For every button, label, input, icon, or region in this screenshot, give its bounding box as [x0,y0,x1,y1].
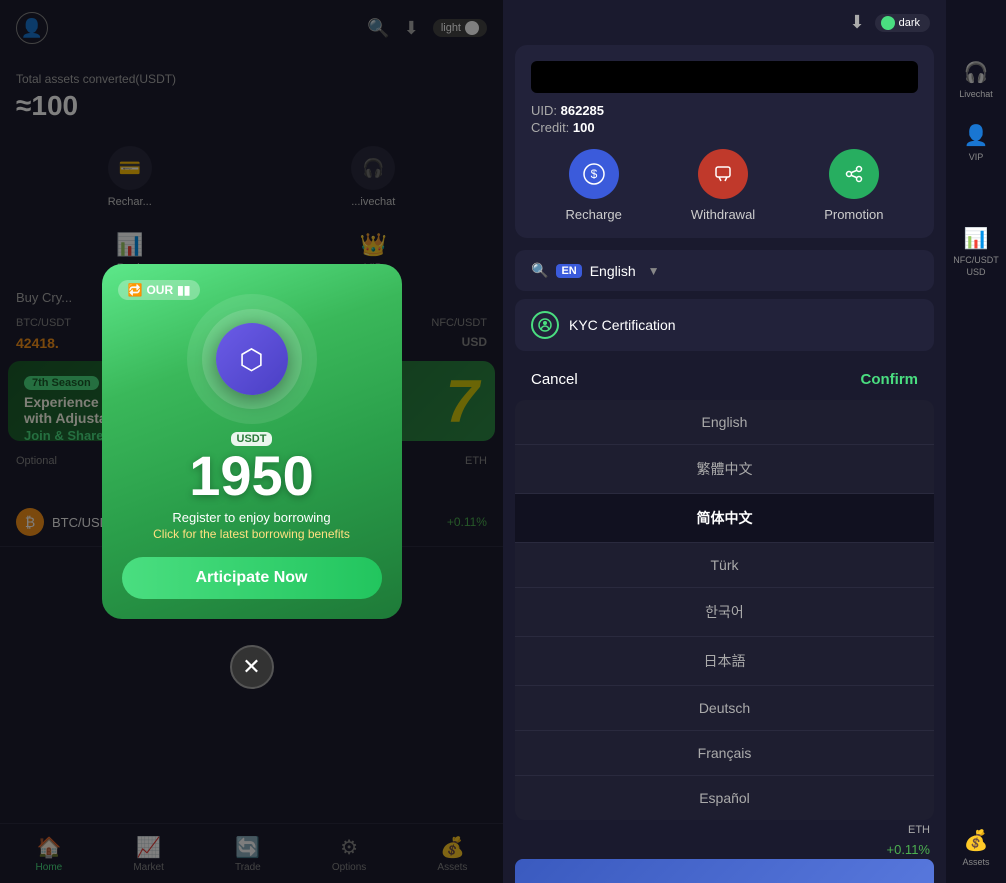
assets-sidebar-label: Assets [962,857,989,867]
close-popup-button[interactable]: ✕ [230,645,274,689]
register-text: Register to enjoy borrowing [172,510,330,525]
popup-our-text: OUR [146,283,173,297]
popup-card: 🔁 OUR ▮▮ ⬡ USDT 1950 Register to enjoy b… [102,264,402,619]
en-badge: EN [556,264,581,278]
profile-recharge[interactable]: $ Recharge [566,149,622,222]
profile-section: UID: 862285 Credit: 100 $ Recharge [515,45,934,238]
kyc-search-icon: 🔍 [531,262,548,279]
lang-es-label: Español [699,790,750,806]
lang-es[interactable]: Español [515,776,934,820]
click-text: Click for the latest borrowing benefits [153,527,350,541]
popup-overlay[interactable]: 🔁 OUR ▮▮ ⬡ USDT 1950 Register to enjoy b… [0,0,503,883]
right-sidebar: 🎧 Livechat 👤 VIP 📊 NFC/USDTUSD 💰 Assets [946,0,1006,883]
assets-sidebar-icon: 💰 [964,828,989,853]
lang-fr-label: Français [698,745,752,761]
lang-de-label: Deutsch [699,700,750,716]
livechat-sidebar-icon: 🎧 [964,60,989,85]
dark-label: dark [899,17,920,29]
profile-black-bar [531,61,918,93]
eth-label-row: ETH [503,820,946,840]
sidebar-assets[interactable]: 💰 Assets [962,828,989,867]
cancel-confirm-row: Cancel Confirm [503,359,946,400]
lang-fr[interactable]: Français [515,731,934,776]
sidebar-livechat[interactable]: 🎧 Livechat [959,60,993,99]
lang-de[interactable]: Deutsch [515,686,934,731]
nfc-sidebar-label: NFC/USDTUSD [953,255,999,278]
right-download-icon[interactable]: ⬇ [850,12,865,33]
promotion-circle-icon [829,149,879,199]
right-panel-inner: ⬇ dark UID: 862285 Credit: 100 [503,0,1006,883]
sidebar-nfc[interactable]: 📊 NFC/USDTUSD [953,226,999,278]
kyc-icon [531,311,559,339]
svg-text:$: $ [590,167,597,181]
uid-label: UID: [531,103,557,118]
vip-sidebar-label: VIP [969,152,984,162]
confirm-button[interactable]: Confirm [861,371,919,388]
lang-tr[interactable]: Türk [515,543,934,588]
credit-value: 100 [573,120,595,135]
eth-coin-container: ⬡ [187,294,317,424]
ticker-right-row: +0.11% [503,840,946,859]
livechat-sidebar-label: Livechat [959,89,993,99]
lang-tr-label: Türk [711,557,739,573]
thumbnail-area[interactable]: 📊 [515,859,934,883]
lang-ko-label: 한국어 [705,604,744,620]
recharge-circle-icon: $ [569,149,619,199]
language-section[interactable]: 🔍 EN English ▼ [515,250,934,291]
promotion-action-label: Promotion [824,207,883,222]
withdrawal-svg [711,162,735,186]
popup-wrapper: 🔁 OUR ▮▮ ⬡ USDT 1950 Register to enjoy b… [102,264,402,619]
thumb-img: 📊 [515,859,934,883]
withdrawal-circle-icon [698,149,748,199]
lang-english[interactable]: English [515,400,934,445]
right-panel: 🎧 Livechat 👤 VIP 📊 NFC/USDTUSD 💰 Assets … [503,0,1006,883]
recharge-action-label: Recharge [566,207,622,222]
chevron-down-icon: ▼ [648,264,660,278]
sidebar-vip[interactable]: 👤 VIP [964,123,989,162]
vip-sidebar-icon: 👤 [964,123,989,148]
eth-coin: ⬡ [216,323,288,395]
lang-ja-label: 日本語 [704,653,746,669]
eth-label: ETH [908,824,930,836]
dark-toggle[interactable]: dark [875,14,930,32]
lang-zh-tw[interactable]: 繁體中文 [515,445,934,494]
left-panel: 👤 🔍 ⬇ light Total assets converted(USDT)… [0,0,503,883]
lang-ja[interactable]: 日本語 [515,637,934,686]
promotion-svg [842,162,866,186]
popup-amount: 1950 [189,448,314,504]
ticker-change-right: +0.11% [887,842,931,857]
withdrawal-action-label: Withdrawal [691,207,755,222]
lang-zh-cn[interactable]: 简体中文 [515,494,934,543]
profile-withdrawal[interactable]: Withdrawal [691,149,755,222]
participate-button[interactable]: Articipate Now [122,557,382,599]
lang-zh-cn-label: 简体中文 [697,510,753,526]
lang-ko[interactable]: 한국어 [515,588,934,637]
language-list: English 繁體中文 简体中文 Türk 한국어 日本語 Deutsch F… [515,400,934,820]
kyc-svg [537,317,553,333]
language-name: English [590,263,636,279]
kyc-section[interactable]: KYC Certification [515,299,934,351]
popup-our-icon: 🔁 [128,283,143,297]
profile-promotion[interactable]: Promotion [824,149,883,222]
kyc-label: KYC Certification [569,317,676,333]
right-header: ⬇ dark [503,0,946,45]
nfc-sidebar-icon: 📊 [964,226,989,251]
profile-uid: UID: 862285 [531,103,918,118]
cancel-button[interactable]: Cancel [531,371,578,388]
profile-credit: Credit: 100 [531,120,918,135]
dark-dot [881,16,895,30]
credit-label: Credit: [531,120,569,135]
eth-symbol: ⬡ [239,343,263,376]
recharge-svg: $ [582,162,606,186]
profile-actions: $ Recharge Withdrawal [531,149,918,222]
lang-english-label: English [702,414,748,430]
lang-zh-tw-label: 繁體中文 [697,461,753,477]
uid-value: 862285 [561,103,604,118]
